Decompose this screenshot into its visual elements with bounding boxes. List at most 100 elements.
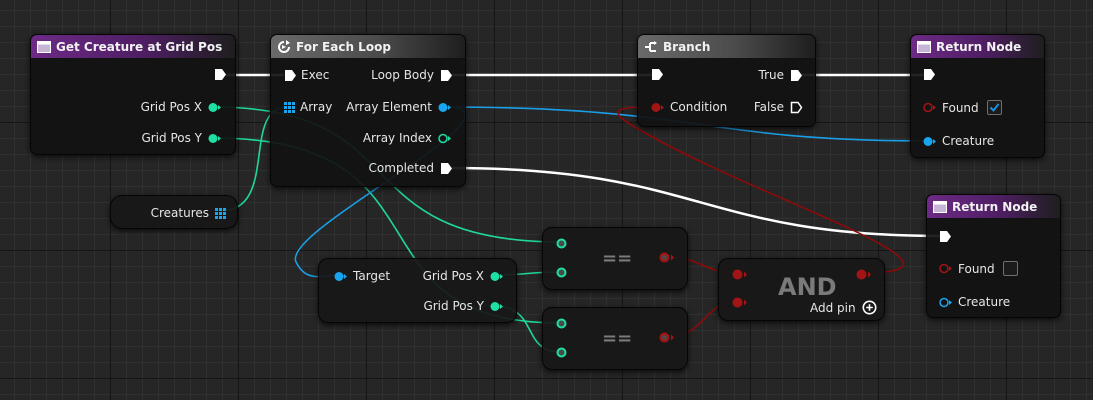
false-label: False — [753, 100, 784, 114]
grid-pos-x-label: Grid Pos X — [422, 269, 484, 283]
exec-in-pin-row[interactable]: Exec — [284, 68, 329, 82]
found-checkbox[interactable] — [1002, 261, 1018, 276]
creatures-label: Creatures — [150, 206, 209, 220]
exec-input-pin[interactable] — [284, 69, 297, 82]
loop-body-pin-row[interactable]: Loop Body — [371, 68, 453, 82]
return2-exec-in-row[interactable] — [939, 230, 952, 243]
node-header: Branch — [638, 35, 815, 59]
array-grid-icon[interactable] — [284, 101, 295, 113]
return2-exec-input-pin[interactable] — [939, 230, 952, 243]
array-pin-row[interactable]: Array — [284, 100, 332, 114]
exec-output-pin[interactable] — [214, 68, 227, 81]
loop-body-exec-pin[interactable] — [440, 69, 453, 82]
return1-exec-input-pin[interactable] — [923, 68, 936, 81]
node-header: Return Node — [927, 195, 1060, 219]
return1-exec-in-row[interactable] — [923, 68, 936, 81]
and-output-pin[interactable] — [855, 268, 872, 281]
true-exec-pin[interactable] — [790, 69, 803, 82]
and-input-a-pin[interactable] — [731, 268, 748, 281]
grid-pos-y-output-pin[interactable] — [490, 301, 503, 312]
node-header: Get Creature at Grid Pos — [31, 35, 235, 59]
equal-input-a-pin[interactable] — [555, 317, 568, 330]
loop-icon — [278, 39, 290, 53]
completed-label: Completed — [368, 161, 434, 175]
true-pin-row[interactable]: True — [759, 68, 804, 82]
creature-label: Creature — [942, 134, 995, 148]
found-input-pin[interactable] — [939, 263, 952, 274]
return-node-not-found[interactable]: Return Node Found Creature — [926, 194, 1061, 318]
target-grid-pos-getter-node[interactable]: Target Grid Pos X Grid Pos Y — [318, 258, 517, 323]
loop-body-label: Loop Body — [371, 68, 434, 82]
target-label: Target — [353, 269, 391, 283]
node-header: For Each Loop — [271, 35, 465, 59]
add-pin-button[interactable]: Add pin — [810, 300, 877, 315]
grid-pos-x-output-pin[interactable] — [208, 102, 221, 113]
creature-label: Creature — [958, 295, 1011, 309]
grid-pos-y-label: Grid Pos Y — [141, 131, 202, 145]
found-checkbox[interactable] — [986, 100, 1002, 115]
array-index-output-pin[interactable] — [438, 133, 451, 144]
array-label: Array — [300, 100, 333, 114]
node-title: Get Creature at Grid Pos — [56, 39, 223, 54]
creature-input-pin[interactable] — [939, 297, 952, 308]
function-icon — [917, 40, 931, 53]
branch-exec-input-pin[interactable] — [651, 68, 664, 81]
branch-node[interactable]: Branch Condition True False — [637, 34, 816, 127]
function-icon — [37, 40, 51, 53]
array-index-pin-row[interactable]: Array Index — [363, 131, 451, 145]
node-title: For Each Loop — [296, 39, 391, 54]
add-pin-icon[interactable] — [862, 300, 877, 315]
false-exec-pin[interactable] — [790, 101, 803, 114]
equal-input-b-pin[interactable] — [555, 346, 568, 359]
array-grid-icon[interactable] — [215, 207, 226, 219]
target-input-pin[interactable] — [334, 271, 347, 282]
checkmark-icon — [989, 103, 999, 113]
target-pin-row[interactable]: Target — [334, 269, 390, 283]
node-title: Return Node — [952, 199, 1038, 214]
array-element-output-pin[interactable] — [438, 102, 451, 113]
for-each-loop-node[interactable]: For Each Loop Exec Array Loop Body Array… — [270, 34, 466, 187]
grid-pos-y-pin-row[interactable]: Grid Pos Y — [141, 131, 221, 145]
condition-input-pin[interactable] — [651, 102, 664, 113]
condition-pin-row[interactable]: Condition — [651, 100, 727, 114]
equal-output-pin[interactable] — [658, 331, 675, 344]
grid-pos-x-pin-row[interactable]: Grid Pos X — [141, 100, 221, 114]
and-symbol: AND — [778, 273, 837, 301]
completed-exec-pin[interactable] — [440, 162, 453, 175]
array-index-label: Array Index — [362, 131, 432, 145]
grid-pos-y-output-pin[interactable] — [208, 133, 221, 144]
and-input-b-pin[interactable] — [731, 296, 748, 309]
return-node-found[interactable]: Return Node Found Creature — [910, 34, 1045, 158]
equal-output-pin[interactable] — [658, 251, 675, 264]
return2-creature-row[interactable]: Creature — [939, 295, 1010, 309]
grid-pos-x-output-pin[interactable] — [490, 271, 503, 282]
array-element-label: Array Element — [346, 100, 432, 114]
target-grid-y-pin-row[interactable]: Grid Pos Y — [423, 299, 503, 313]
equal-node-x[interactable]: == — [542, 227, 688, 290]
return2-found-row[interactable]: Found — [939, 261, 1018, 276]
node-title: Branch — [663, 39, 711, 54]
return1-creature-row[interactable]: Creature — [923, 134, 994, 148]
false-pin-row[interactable]: False — [754, 100, 803, 114]
equal-input-b-pin[interactable] — [555, 266, 568, 279]
completed-pin-row[interactable]: Completed — [369, 161, 453, 175]
function-icon — [933, 200, 947, 213]
creatures-pin-row[interactable]: Creatures — [151, 206, 226, 220]
function-entry-node[interactable]: Get Creature at Grid Pos Grid Pos X Grid… — [30, 34, 236, 155]
target-grid-x-pin-row[interactable]: Grid Pos X — [423, 269, 503, 283]
node-title: Return Node — [936, 39, 1022, 54]
equal-node-y[interactable]: == — [542, 307, 688, 370]
grid-pos-x-label: Grid Pos X — [140, 100, 202, 114]
and-node[interactable]: AND Add pin — [718, 258, 885, 321]
found-input-pin[interactable] — [923, 102, 936, 113]
creature-input-pin[interactable] — [923, 136, 936, 147]
equal-input-a-pin[interactable] — [555, 237, 568, 250]
return1-found-row[interactable]: Found — [923, 100, 1002, 115]
creatures-variable-node[interactable]: Creatures — [110, 195, 238, 229]
branch-exec-in-row[interactable] — [651, 68, 664, 81]
array-element-pin-row[interactable]: Array Element — [346, 100, 451, 114]
add-pin-label: Add pin — [810, 300, 856, 315]
node-header: Return Node — [911, 35, 1044, 59]
exec-out-pin-row[interactable] — [214, 68, 227, 81]
found-label: Found — [942, 100, 979, 115]
